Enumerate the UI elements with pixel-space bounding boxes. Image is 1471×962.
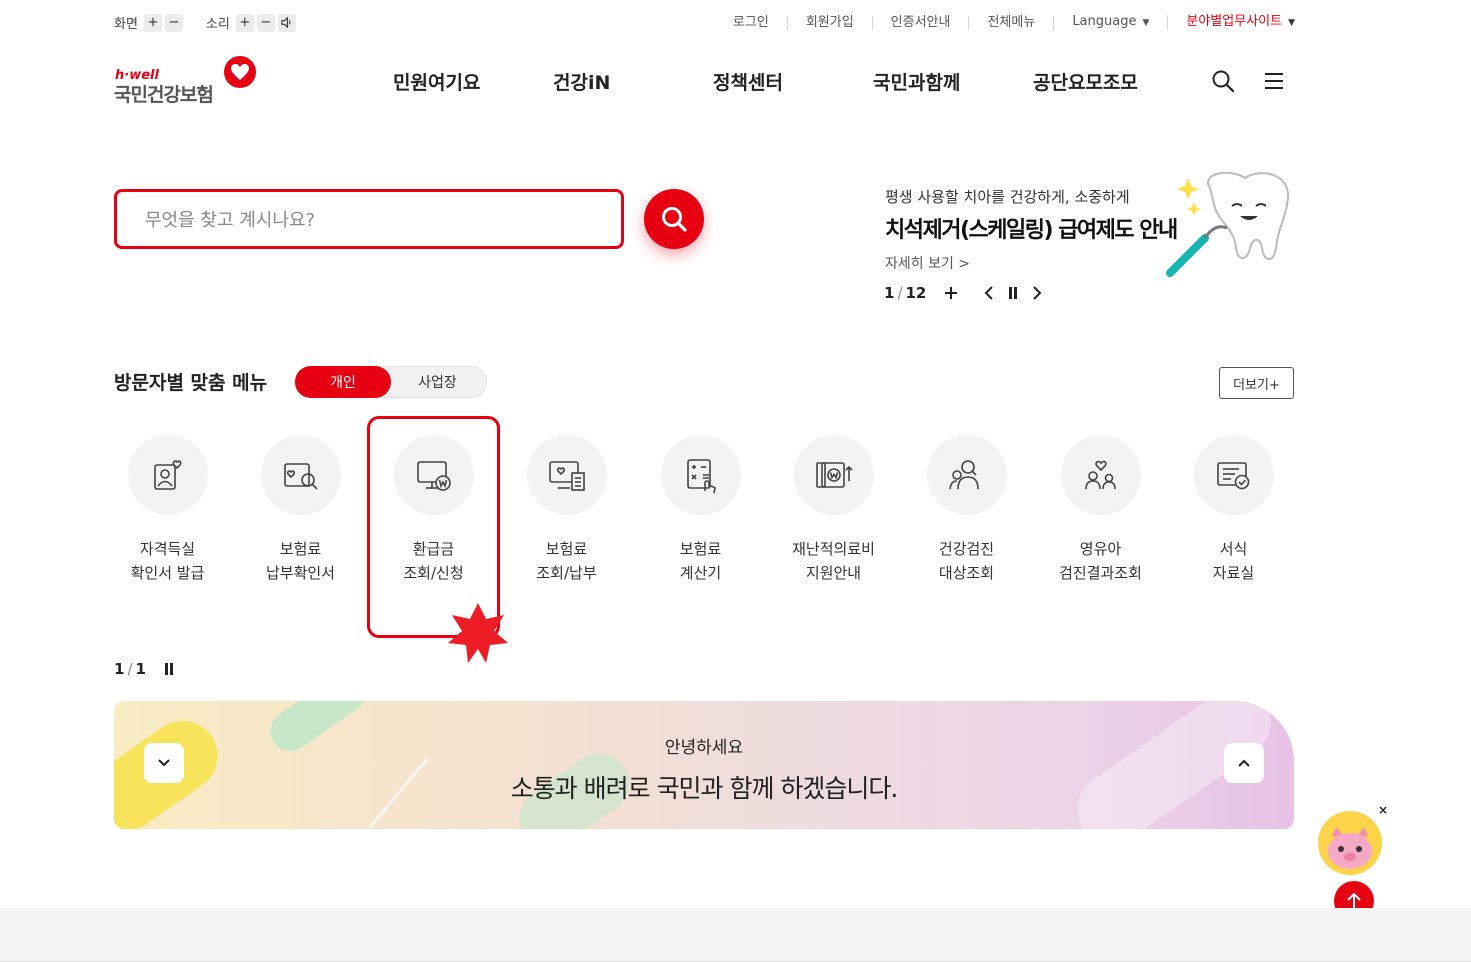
chevron-down-icon <box>158 759 170 767</box>
signup-link[interactable]: 회원가입 <box>788 15 873 30</box>
search-icon <box>662 207 687 232</box>
gnb-policy-center[interactable]: 정책센터 <box>713 68 783 95</box>
tab-business[interactable]: 사업장 <box>389 367 486 397</box>
search-input[interactable]: 무엇을 찾고 계시나요? <box>114 189 624 249</box>
banner-more-link[interactable]: 자세히 보기 > <box>885 253 970 273</box>
menu-item-health-checkup-target[interactable]: 건강검진 대상조회 <box>900 435 1033 595</box>
menu-label: 보험료 조회/납부 <box>536 540 597 582</box>
menu-item-form-library[interactable]: 서식 자료실 <box>1167 435 1300 595</box>
menu-item-premium-calculator[interactable]: 보험료 계산기 <box>634 435 767 595</box>
visitor-type-toggle: 개인 사업장 <box>294 366 487 398</box>
screen-size-label: 화면 <box>114 17 138 32</box>
all-menu-link[interactable]: 전체메뉴 <box>969 15 1055 30</box>
field-sites-label: 분야별업무사이트 <box>1186 14 1283 29</box>
certificate-guide-link[interactable]: 인증서안내 <box>873 15 970 30</box>
language-select[interactable]: Language ▼ <box>1054 14 1169 30</box>
menu-label: 건강검진 대상조회 <box>938 540 995 582</box>
menu-label: 보험료 계산기 <box>679 540 722 582</box>
gnb-with-citizens[interactable]: 국민과함께 <box>873 68 960 95</box>
search-icon[interactable] <box>1211 69 1235 93</box>
volume-down-button[interactable]: − <box>256 13 275 32</box>
sound-label: 소리 <box>205 17 230 32</box>
footer-band <box>0 908 1471 962</box>
menu-item-catastrophic-medical-support[interactable]: 재난적의료비 지원안내 <box>767 435 900 595</box>
banner-controls: 1/12 <box>884 284 1046 302</box>
won-up-icon <box>794 435 874 515</box>
chatbot-close-button[interactable]: × <box>1378 803 1388 817</box>
speaker-icon[interactable] <box>277 13 296 32</box>
greeting-banner: 안녕하세요 소통과 배려로 국민과 함께 하겠습니다. <box>114 701 1294 829</box>
greeting-up-button[interactable] <box>1224 743 1264 783</box>
chatbot-character-button[interactable] <box>1318 811 1382 875</box>
pig-character-icon <box>1328 827 1372 869</box>
greeting-main-text: 소통과 배려로 국민과 함께 하겠습니다. <box>510 774 899 803</box>
banner-title[interactable]: 치석제거(스케일링) 급여제도 안내 <box>885 212 1178 244</box>
main-navigation: 민원여기요 건강iN 정책센터 국민과함께 공단요모조모 <box>0 68 1471 98</box>
tooth-scaling-illustration <box>1160 168 1295 283</box>
menu-label: 서식 자료실 <box>1212 540 1255 582</box>
caret-down-icon: ▼ <box>1288 18 1295 28</box>
hamburger-menu-icon[interactable] <box>1262 69 1286 93</box>
menu-label: 자격득실 확인서 발급 <box>130 540 205 582</box>
screen-zoom-in-button[interactable]: + <box>143 13 162 32</box>
more-button[interactable]: 더보기+ <box>1219 367 1294 399</box>
tab-personal[interactable]: 개인 <box>295 366 391 398</box>
custom-menu-title: 방문자별 맞춤 메뉴 <box>114 372 268 394</box>
menu-item-qualification-certificate[interactable]: 자격득실 확인서 발급 <box>101 435 234 595</box>
menu-item-premium-payment-certificate[interactable]: 보험료 납부확인서 <box>234 435 367 595</box>
menu-label: 영유아 검진결과조회 <box>1059 540 1142 582</box>
menu-pause-icon[interactable] <box>164 663 174 675</box>
gnb-civil-service[interactable]: 민원여기요 <box>393 68 480 95</box>
banner-pause-icon[interactable] <box>1004 284 1022 302</box>
menu-item-infant-checkup-results[interactable]: 영유아 검진결과조회 <box>1034 435 1167 595</box>
banner-plus-icon[interactable] <box>942 284 960 302</box>
accessibility-controls: 화면 + − 소리 + − <box>114 13 299 32</box>
caret-down-icon: ▼ <box>1142 18 1150 28</box>
screen-zoom-out-button[interactable]: − <box>164 13 183 32</box>
login-link[interactable]: 로그인 <box>715 15 788 30</box>
family-heart-icon <box>1061 435 1141 515</box>
gnb-about-nhis[interactable]: 공단요모조모 <box>1033 68 1138 95</box>
gnb-health-in[interactable]: 건강iN <box>553 68 610 95</box>
banner-pagination: 1/12 <box>884 284 927 302</box>
greeting-small-text: 안녕하세요 <box>664 738 744 758</box>
search-card-icon <box>261 435 341 515</box>
field-sites-select[interactable]: 분야별업무사이트 ▼ <box>1168 15 1295 30</box>
banner-subtitle: 평생 사용할 치아를 건강하게, 소중하게 <box>885 188 1130 206</box>
banner-next-icon[interactable] <box>1028 284 1046 302</box>
banner-prev-icon[interactable] <box>980 284 998 302</box>
person-heart-icon <box>128 435 208 515</box>
menu-item-premium-inquiry-payment[interactable]: 보험료 조회/납부 <box>500 435 633 595</box>
search-button[interactable] <box>644 189 704 249</box>
utility-links: 로그인 회원가입 인증서안내 전체메뉴 Language ▼ 분야별업무사이트 ▼ <box>715 15 1295 30</box>
calculator-icon <box>661 435 741 515</box>
people-icon <box>927 435 1007 515</box>
monitor-receipt-icon <box>527 435 607 515</box>
language-label: Language <box>1072 14 1137 29</box>
document-check-icon <box>1194 435 1274 515</box>
menu-pagination: 1/1 <box>114 660 174 678</box>
volume-up-button[interactable]: + <box>235 13 254 32</box>
starburst-annotation-icon <box>448 603 508 663</box>
menu-label: 재난적의료비 지원안내 <box>792 540 875 582</box>
menu-label: 보험료 납부확인서 <box>265 540 335 582</box>
chevron-up-icon <box>1238 759 1250 767</box>
greeting-down-button[interactable] <box>144 743 184 783</box>
